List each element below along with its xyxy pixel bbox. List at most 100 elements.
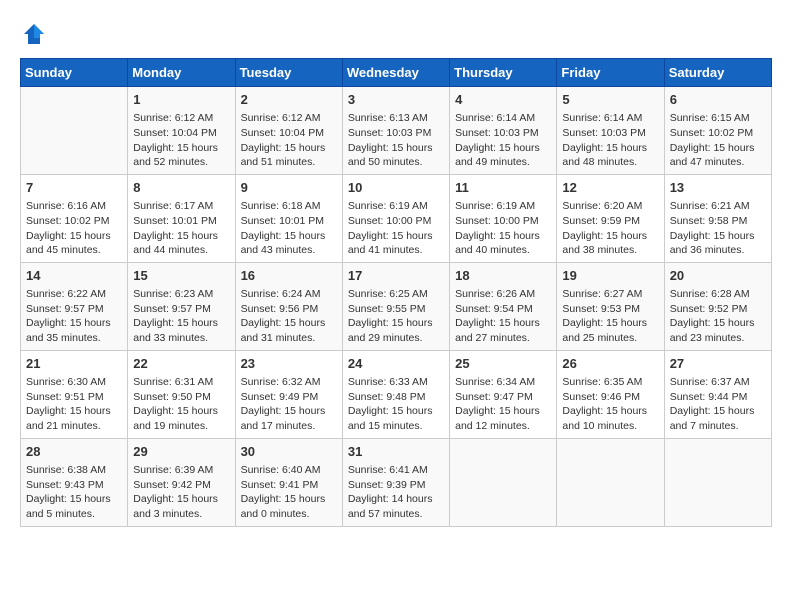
calendar-cell: 5 Sunrise: 6:14 AM Sunset: 10:03 PM Dayli…	[557, 87, 664, 175]
day-content: Sunrise: 6:38 AM Sunset: 9:43 PM Dayligh…	[26, 463, 122, 522]
day-number: 18	[455, 267, 551, 285]
calendar-cell: 13 Sunrise: 6:21 AM Sunset: 9:58 PM Dayli…	[664, 174, 771, 262]
logo	[20, 20, 52, 48]
day-content: Sunrise: 6:14 AM Sunset: 10:03 PM Daylig…	[562, 111, 658, 170]
day-number: 7	[26, 179, 122, 197]
calendar-cell: 9 Sunrise: 6:18 AM Sunset: 10:01 PM Dayli…	[235, 174, 342, 262]
calendar-cell: 22 Sunrise: 6:31 AM Sunset: 9:50 PM Dayli…	[128, 350, 235, 438]
day-content: Sunrise: 6:19 AM Sunset: 10:00 PM Daylig…	[455, 199, 551, 258]
calendar-cell: 20 Sunrise: 6:28 AM Sunset: 9:52 PM Dayli…	[664, 262, 771, 350]
header-row: SundayMondayTuesdayWednesdayThursdayFrid…	[21, 59, 772, 87]
day-content: Sunrise: 6:12 AM Sunset: 10:04 PM Daylig…	[241, 111, 337, 170]
day-number: 1	[133, 91, 229, 109]
calendar-cell: 29 Sunrise: 6:39 AM Sunset: 9:42 PM Dayli…	[128, 438, 235, 526]
day-number: 20	[670, 267, 766, 285]
day-content: Sunrise: 6:26 AM Sunset: 9:54 PM Dayligh…	[455, 287, 551, 346]
logo-icon	[20, 20, 48, 48]
day-content: Sunrise: 6:28 AM Sunset: 9:52 PM Dayligh…	[670, 287, 766, 346]
day-content: Sunrise: 6:40 AM Sunset: 9:41 PM Dayligh…	[241, 463, 337, 522]
calendar-cell: 28 Sunrise: 6:38 AM Sunset: 9:43 PM Dayli…	[21, 438, 128, 526]
day-content: Sunrise: 6:18 AM Sunset: 10:01 PM Daylig…	[241, 199, 337, 258]
calendar-cell: 16 Sunrise: 6:24 AM Sunset: 9:56 PM Dayli…	[235, 262, 342, 350]
day-number: 30	[241, 443, 337, 461]
calendar-cell	[450, 438, 557, 526]
calendar-cell: 21Sunrise: 6:30 AM Sunset: 9:51 PM Dayli…	[21, 350, 128, 438]
calendar-cell: 6 Sunrise: 6:15 AM Sunset: 10:02 PM Dayli…	[664, 87, 771, 175]
calendar-cell: 19Sunrise: 6:27 AM Sunset: 9:53 PM Dayli…	[557, 262, 664, 350]
day-number: 28	[26, 443, 122, 461]
calendar-cell: 14 Sunrise: 6:22 AM Sunset: 9:57 PM Dayli…	[21, 262, 128, 350]
calendar-cell: 12Sunrise: 6:20 AM Sunset: 9:59 PM Dayli…	[557, 174, 664, 262]
day-number: 31	[348, 443, 444, 461]
day-content: Sunrise: 6:19 AM Sunset: 10:00 PM Daylig…	[348, 199, 444, 258]
day-number: 23	[241, 355, 337, 373]
day-number: 22	[133, 355, 229, 373]
day-content: Sunrise: 6:21 AM Sunset: 9:58 PM Dayligh…	[670, 199, 766, 258]
calendar-table: SundayMondayTuesdayWednesdayThursdayFrid…	[20, 58, 772, 527]
day-number: 25	[455, 355, 551, 373]
day-content: Sunrise: 6:12 AM Sunset: 10:04 PM Daylig…	[133, 111, 229, 170]
day-content: Sunrise: 6:14 AM Sunset: 10:03 PM Daylig…	[455, 111, 551, 170]
day-content: Sunrise: 6:37 AM Sunset: 9:44 PM Dayligh…	[670, 375, 766, 434]
calendar-cell: 17Sunrise: 6:25 AM Sunset: 9:55 PM Dayli…	[342, 262, 449, 350]
day-number: 26	[562, 355, 658, 373]
column-header-sunday: Sunday	[21, 59, 128, 87]
calendar-cell: 8 Sunrise: 6:17 AM Sunset: 10:01 PM Dayli…	[128, 174, 235, 262]
calendar-cell: 15Sunrise: 6:23 AM Sunset: 9:57 PM Dayli…	[128, 262, 235, 350]
calendar-cell: 7 Sunrise: 6:16 AM Sunset: 10:02 PM Dayli…	[21, 174, 128, 262]
calendar-cell: 27 Sunrise: 6:37 AM Sunset: 9:44 PM Dayli…	[664, 350, 771, 438]
day-content: Sunrise: 6:31 AM Sunset: 9:50 PM Dayligh…	[133, 375, 229, 434]
column-header-friday: Friday	[557, 59, 664, 87]
calendar-cell: 11 Sunrise: 6:19 AM Sunset: 10:00 PM Dayl…	[450, 174, 557, 262]
day-content: Sunrise: 6:16 AM Sunset: 10:02 PM Daylig…	[26, 199, 122, 258]
day-number: 11	[455, 179, 551, 197]
day-content: Sunrise: 6:39 AM Sunset: 9:42 PM Dayligh…	[133, 463, 229, 522]
day-number: 14	[26, 267, 122, 285]
column-header-wednesday: Wednesday	[342, 59, 449, 87]
day-content: Sunrise: 6:22 AM Sunset: 9:57 PM Dayligh…	[26, 287, 122, 346]
column-header-saturday: Saturday	[664, 59, 771, 87]
day-number: 16	[241, 267, 337, 285]
day-number: 9	[241, 179, 337, 197]
day-content: Sunrise: 6:17 AM Sunset: 10:01 PM Daylig…	[133, 199, 229, 258]
day-content: Sunrise: 6:25 AM Sunset: 9:55 PM Dayligh…	[348, 287, 444, 346]
day-number: 4	[455, 91, 551, 109]
calendar-cell: 31 Sunrise: 6:41 AM Sunset: 9:39 PM Dayli…	[342, 438, 449, 526]
calendar-cell: 26 Sunrise: 6:35 AM Sunset: 9:46 PM Dayli…	[557, 350, 664, 438]
week-row-4: 21Sunrise: 6:30 AM Sunset: 9:51 PM Dayli…	[21, 350, 772, 438]
calendar-cell: 2 Sunrise: 6:12 AM Sunset: 10:04 PM Dayli…	[235, 87, 342, 175]
week-row-2: 7 Sunrise: 6:16 AM Sunset: 10:02 PM Dayli…	[21, 174, 772, 262]
column-header-monday: Monday	[128, 59, 235, 87]
day-content: Sunrise: 6:35 AM Sunset: 9:46 PM Dayligh…	[562, 375, 658, 434]
day-number: 5	[562, 91, 658, 109]
day-number: 6	[670, 91, 766, 109]
day-number: 27	[670, 355, 766, 373]
calendar-cell: 10Sunrise: 6:19 AM Sunset: 10:00 PM Dayl…	[342, 174, 449, 262]
day-content: Sunrise: 6:32 AM Sunset: 9:49 PM Dayligh…	[241, 375, 337, 434]
day-number: 13	[670, 179, 766, 197]
day-number: 24	[348, 355, 444, 373]
calendar-cell	[664, 438, 771, 526]
day-content: Sunrise: 6:34 AM Sunset: 9:47 PM Dayligh…	[455, 375, 551, 434]
week-row-5: 28 Sunrise: 6:38 AM Sunset: 9:43 PM Dayli…	[21, 438, 772, 526]
column-header-thursday: Thursday	[450, 59, 557, 87]
day-content: Sunrise: 6:24 AM Sunset: 9:56 PM Dayligh…	[241, 287, 337, 346]
day-content: Sunrise: 6:30 AM Sunset: 9:51 PM Dayligh…	[26, 375, 122, 434]
week-row-3: 14 Sunrise: 6:22 AM Sunset: 9:57 PM Dayli…	[21, 262, 772, 350]
day-content: Sunrise: 6:41 AM Sunset: 9:39 PM Dayligh…	[348, 463, 444, 522]
day-number: 2	[241, 91, 337, 109]
calendar-cell: 4 Sunrise: 6:14 AM Sunset: 10:03 PM Dayli…	[450, 87, 557, 175]
calendar-cell: 1 Sunrise: 6:12 AM Sunset: 10:04 PM Dayli…	[128, 87, 235, 175]
calendar-cell: 30 Sunrise: 6:40 AM Sunset: 9:41 PM Dayli…	[235, 438, 342, 526]
day-content: Sunrise: 6:15 AM Sunset: 10:02 PM Daylig…	[670, 111, 766, 170]
day-number: 8	[133, 179, 229, 197]
day-number: 29	[133, 443, 229, 461]
calendar-cell	[21, 87, 128, 175]
day-number: 19	[562, 267, 658, 285]
day-content: Sunrise: 6:33 AM Sunset: 9:48 PM Dayligh…	[348, 375, 444, 434]
calendar-cell	[557, 438, 664, 526]
calendar-cell: 3Sunrise: 6:13 AM Sunset: 10:03 PM Dayli…	[342, 87, 449, 175]
calendar-cell: 25 Sunrise: 6:34 AM Sunset: 9:47 PM Dayli…	[450, 350, 557, 438]
day-content: Sunrise: 6:13 AM Sunset: 10:03 PM Daylig…	[348, 111, 444, 170]
calendar-cell: 18 Sunrise: 6:26 AM Sunset: 9:54 PM Dayli…	[450, 262, 557, 350]
